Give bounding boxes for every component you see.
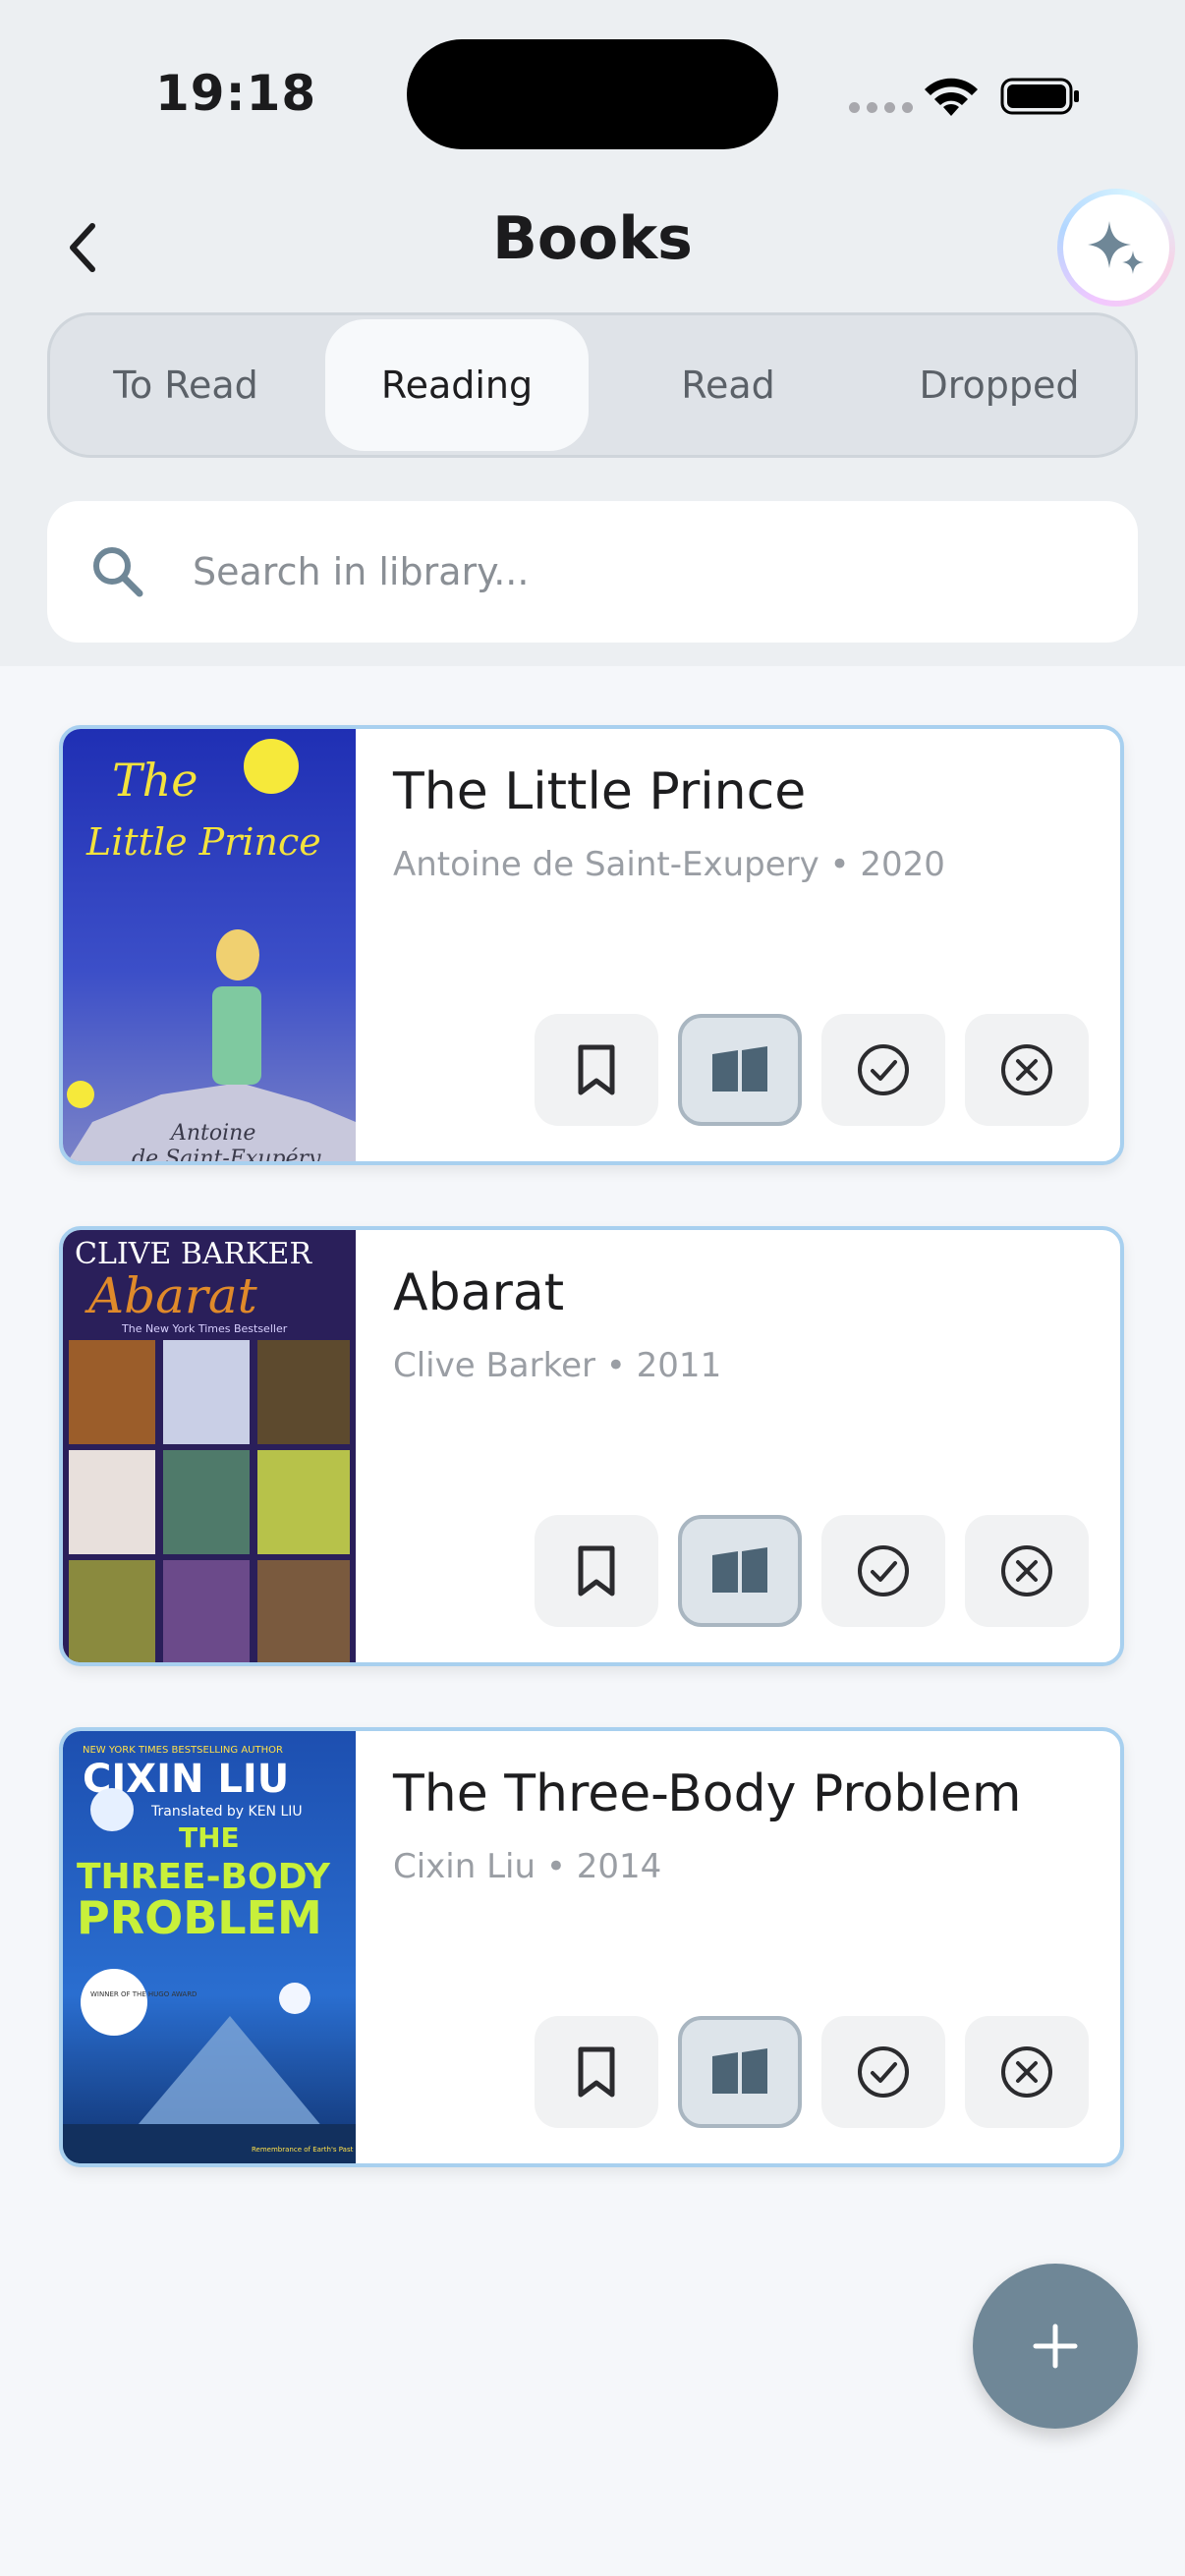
ai-assistant-button[interactable] [1057,189,1175,307]
book-meta: Antoine de Saint-Exupery • 2020 [393,845,945,884]
bookmark-icon [578,2046,615,2098]
book-actions [535,1014,1089,1126]
cover-text: de Saint-Exupéry [132,1147,321,1161]
cover-text: WINNER OF THE HUGO AWARD [90,1990,197,1998]
book-actions [535,1515,1089,1627]
search-icon [93,547,143,597]
book-title: The Little Prince [393,762,807,821]
tab-reading[interactable]: Reading [325,319,589,451]
book-cover: The Little Prince Antoine de Saint-Exupé… [63,729,356,1161]
battery-icon [1000,78,1079,115]
book-card[interactable]: The Little Prince Antoine de Saint-Exupé… [59,725,1124,1165]
cover-text: The New York Times Bestseller [121,1322,288,1335]
search-bar[interactable] [47,501,1138,643]
book-cover: CLIVE BARKER Abarat The New York Times B… [63,1230,356,1662]
add-book-button[interactable] [973,2264,1138,2429]
cover-text: CLIVE BARKER [75,1237,312,1271]
status-time: 19:18 [155,65,317,122]
mark-reading-button[interactable] [678,1014,802,1126]
bookmark-icon [578,1545,615,1596]
check-circle-icon [858,2046,909,2098]
mark-to-read-button[interactable] [535,1515,658,1627]
book-title: The Three-Body Problem [393,1764,1022,1823]
mark-dropped-button[interactable] [965,2016,1089,2128]
check-circle-icon [858,1044,909,1095]
book-year: 2011 [636,1346,722,1385]
cover-text: Translated by KEN LIU [150,1804,303,1820]
page-title: Books [492,204,693,273]
plus-icon [1033,2324,1078,2369]
cancel-circle-icon [1001,2046,1052,2098]
book-meta: Clive Barker • 2011 [393,1346,722,1385]
cover-text: PROBLEM [77,1891,322,1944]
search-input[interactable] [193,550,1077,593]
book-actions [535,2016,1089,2128]
book-year: 2020 [860,845,945,884]
mark-reading-button[interactable] [678,1515,802,1627]
cover-text: Antoine [169,1121,255,1146]
cancel-circle-icon [1001,1044,1052,1095]
tab-dropped[interactable]: Dropped [868,319,1131,451]
book-card[interactable]: CLIVE BARKER Abarat The New York Times B… [59,1226,1124,1666]
cancel-circle-icon [1001,1545,1052,1596]
check-circle-icon [858,1545,909,1596]
book-year: 2014 [576,1847,662,1886]
open-book-icon [712,1046,767,1093]
mark-read-button[interactable] [821,1014,945,1126]
mark-read-button[interactable] [821,2016,945,2128]
tab-read[interactable]: Read [596,319,860,451]
cover-text: NEW YORK TIMES BESTSELLING AUTHOR [83,1745,283,1756]
cover-text: Remembrance of Earth's Past [252,2146,354,2154]
dynamic-island [407,39,778,149]
book-meta: Cixin Liu • 2014 [393,1847,662,1886]
wifi-icon [925,78,978,116]
book-title: Abarat [393,1263,565,1322]
mark-dropped-button[interactable] [965,1515,1089,1627]
open-book-icon [712,2048,767,2096]
mark-to-read-button[interactable] [535,1014,658,1126]
cover-text: Little Prince [85,820,321,864]
sparkles-icon [1088,221,1144,274]
status-tabs: To Read Reading Read Dropped [47,312,1138,458]
cover-text: THE [179,1821,240,1854]
bookmark-icon [578,1044,615,1095]
book-author: Cixin Liu [393,1847,536,1886]
book-author: Clive Barker [393,1346,595,1385]
mark-to-read-button[interactable] [535,2016,658,2128]
book-author: Antoine de Saint-Exupery [393,845,819,884]
mark-read-button[interactable] [821,1515,945,1627]
cover-text: Abarat [85,1267,258,1324]
tab-to-read[interactable]: To Read [54,319,317,451]
book-card[interactable]: NEW YORK TIMES BESTSELLING AUTHOR CIXIN … [59,1727,1124,2167]
mark-reading-button[interactable] [678,2016,802,2128]
open-book-icon [712,1547,767,1595]
mark-dropped-button[interactable] [965,1014,1089,1126]
cellular-signal-icon [849,102,913,113]
cover-text: The [112,754,198,807]
book-cover: NEW YORK TIMES BESTSELLING AUTHOR CIXIN … [63,1731,356,2163]
